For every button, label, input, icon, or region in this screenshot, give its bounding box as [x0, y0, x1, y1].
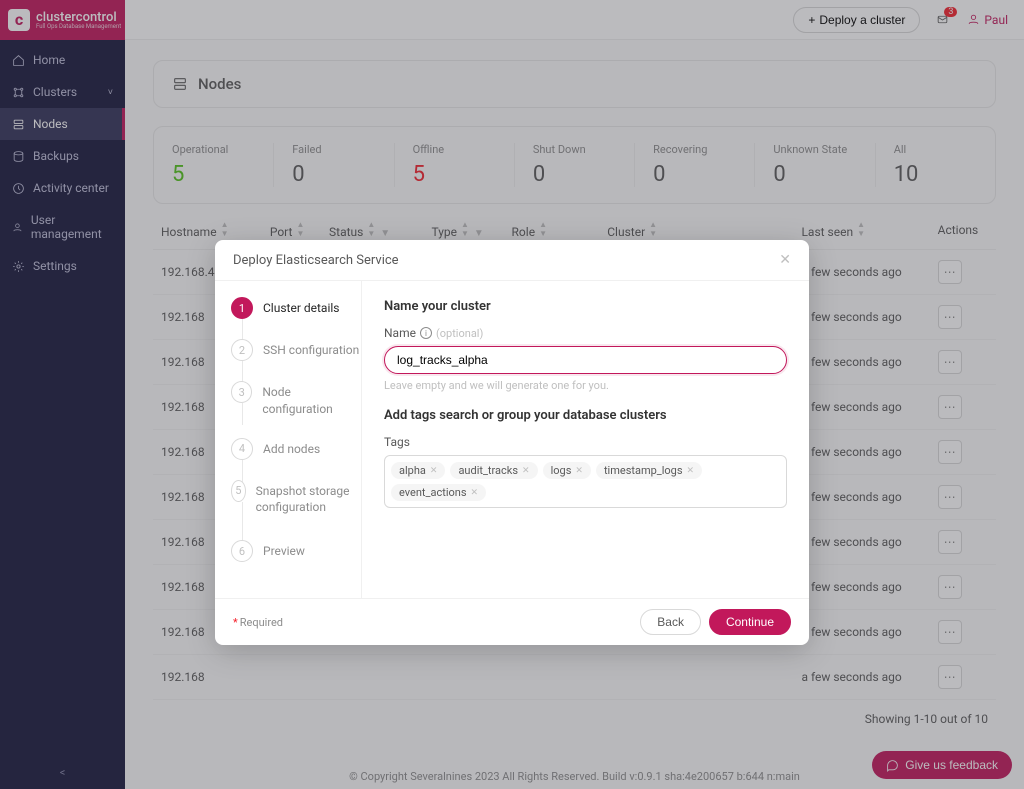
step-label: Node configuration [262, 381, 361, 418]
wizard-step-2[interactable]: 2 SSH configuration [231, 339, 361, 361]
info-icon[interactable]: i [420, 327, 432, 339]
tag-timestamp_logs: timestamp_logs✕ [596, 462, 702, 479]
cluster-name-input[interactable] [384, 346, 787, 374]
close-icon[interactable]: ✕ [779, 252, 791, 268]
tag-remove-icon[interactable]: ✕ [575, 466, 583, 476]
tag-logs: logs✕ [543, 462, 591, 479]
tag-audit_tracks: audit_tracks✕ [450, 462, 537, 479]
modal-mask[interactable]: Deploy Elasticsearch Service ✕ 1 Cluster … [0, 0, 1024, 789]
tag-alpha: alpha✕ [391, 462, 445, 479]
step-number-icon: 2 [231, 339, 253, 361]
wizard-step-3[interactable]: 3 Node configuration [231, 381, 361, 418]
step-number-icon: 4 [231, 438, 253, 460]
step-label: SSH configuration [263, 339, 359, 359]
step-number-icon: 6 [231, 540, 253, 562]
modal-header: Deploy Elasticsearch Service ✕ [215, 240, 809, 281]
name-helper: Leave empty and we will generate one for… [384, 379, 787, 392]
section-name-cluster: Name your cluster [384, 299, 787, 314]
wizard-step-4[interactable]: 4 Add nodes [231, 438, 361, 460]
step-label: Preview [263, 540, 305, 560]
wizard-step-5[interactable]: 5 Snapshot storage configuration [231, 480, 361, 517]
step-label: Cluster details [263, 297, 339, 317]
deploy-modal: Deploy Elasticsearch Service ✕ 1 Cluster … [215, 240, 809, 645]
form-pane: Name your cluster Name i (optional) Leav… [361, 281, 809, 598]
back-button[interactable]: Back [640, 609, 701, 635]
step-number-icon: 1 [231, 297, 253, 319]
wizard-steps: 1 Cluster details 2 SSH configuration 3 Node … [215, 281, 361, 598]
section-tags: Add tags search or group your database c… [384, 408, 787, 423]
required-label: Required [240, 616, 283, 629]
required-asterisk: * [233, 616, 238, 629]
continue-button[interactable]: Continue [709, 609, 791, 635]
step-number-icon: 5 [231, 480, 246, 502]
tags-field-label: Tags [384, 435, 787, 449]
tag-event_actions: event_actions✕ [391, 484, 486, 501]
name-field-label: Name i (optional) [384, 326, 787, 340]
step-label: Add nodes [263, 438, 320, 458]
tag-remove-icon[interactable]: ✕ [522, 466, 530, 476]
wizard-step-6[interactable]: 6 Preview [231, 540, 361, 562]
step-number-icon: 3 [231, 381, 252, 403]
modal-title: Deploy Elasticsearch Service [233, 253, 779, 268]
modal-footer: * Required Back Continue [215, 598, 809, 645]
tag-remove-icon[interactable]: ✕ [471, 488, 479, 498]
tag-remove-icon[interactable]: ✕ [430, 466, 438, 476]
tags-input[interactable]: alpha✕ audit_tracks✕ logs✕ timestamp_logs✕e… [384, 455, 787, 508]
wizard-step-1[interactable]: 1 Cluster details [231, 297, 361, 319]
tag-remove-icon[interactable]: ✕ [687, 466, 695, 476]
step-label: Snapshot storage configuration [256, 480, 361, 517]
